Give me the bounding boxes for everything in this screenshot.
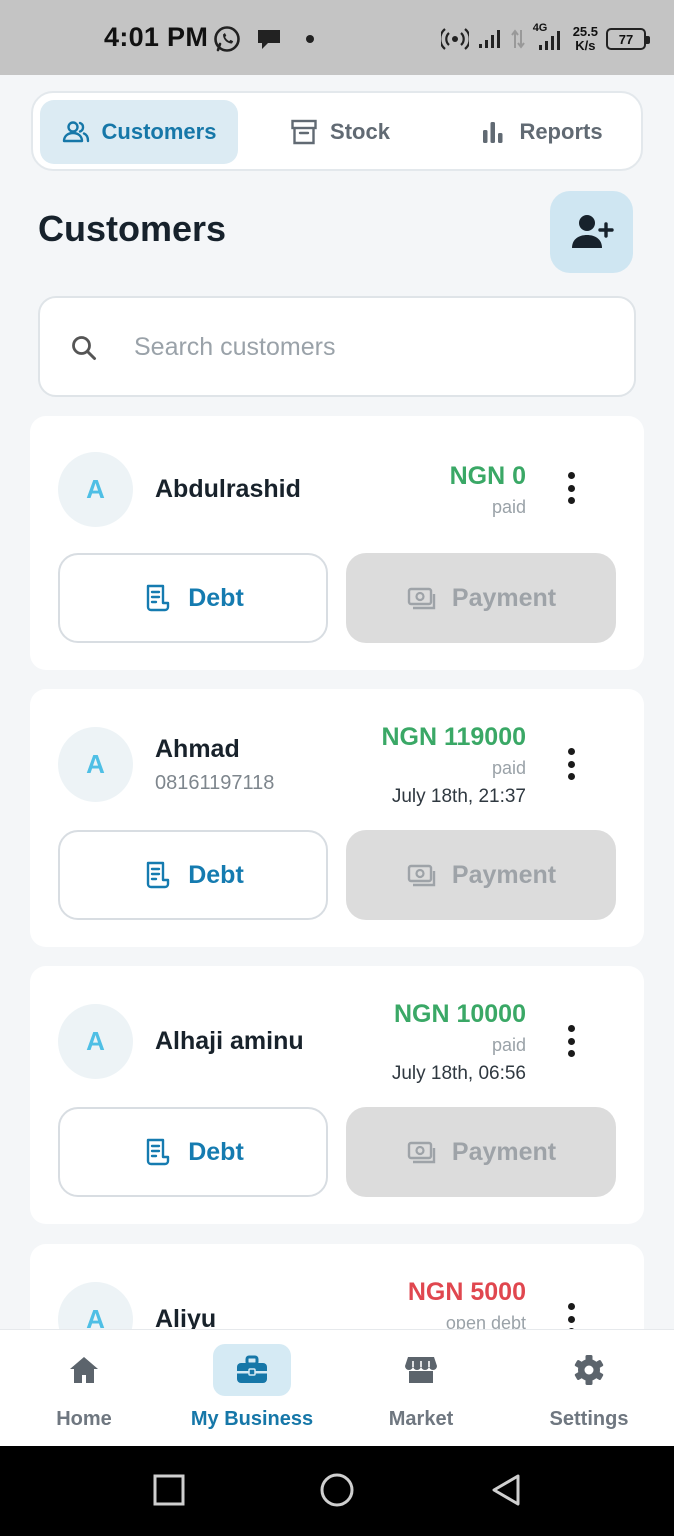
home-circle-icon[interactable] — [319, 1472, 355, 1508]
tab-reports[interactable]: Reports — [443, 100, 639, 164]
receipt-icon — [147, 861, 170, 889]
tab-customers-label: Customers — [101, 119, 217, 144]
avatar: A — [58, 727, 133, 802]
cash-icon — [407, 587, 436, 610]
customer-amount: NGN 10000 — [393, 1000, 526, 1028]
bar-chart-icon — [483, 122, 503, 143]
user-plus-icon — [571, 215, 614, 248]
tab-customers[interactable]: Customers — [40, 100, 238, 164]
tab-stock-label: Stock — [330, 119, 390, 144]
receipt-icon — [147, 584, 170, 612]
more-options-icon[interactable] — [558, 1021, 584, 1061]
tab-stock[interactable]: Stock — [255, 100, 425, 164]
debt-button[interactable]: Debt — [58, 553, 328, 643]
system-navigation-bar — [0, 1446, 674, 1536]
more-options-icon[interactable] — [558, 744, 584, 784]
debt-button-label: Debt — [188, 1137, 244, 1166]
back-triangle-icon[interactable] — [488, 1472, 524, 1508]
briefcase-icon — [213, 1344, 291, 1396]
avatar: A — [58, 452, 133, 527]
customer-amount: NGN 0 — [449, 462, 526, 490]
home-icon — [45, 1344, 123, 1396]
nav-my-business[interactable]: My Business — [168, 1344, 336, 1436]
cash-icon — [407, 864, 436, 887]
customer-card[interactable]: A Alhaji aminu NGN 10000 paid July 18th,… — [30, 966, 644, 1224]
payment-button-label: Payment — [451, 583, 557, 612]
recents-square-icon[interactable] — [151, 1472, 187, 1508]
avatar: A — [58, 1004, 133, 1079]
payment-button-label: Payment — [451, 1137, 557, 1166]
more-options-icon[interactable] — [558, 468, 584, 508]
debt-button[interactable]: Debt — [58, 830, 328, 920]
customer-status: open debt — [445, 1313, 526, 1329]
customer-name: Ahmad — [155, 735, 240, 763]
debt-button[interactable]: Debt — [58, 1107, 328, 1197]
nav-home[interactable]: Home — [0, 1344, 168, 1436]
customer-card[interactable]: A Aliyu NGN 5000 open debt — [30, 1244, 644, 1329]
more-options-icon[interactable] — [558, 1299, 584, 1329]
debt-button-label: Debt — [188, 860, 244, 889]
content-area: Customers Stock Reports Customers Search… — [0, 0, 674, 1329]
search-input[interactable] — [134, 318, 614, 376]
customer-amount: NGN 5000 — [407, 1278, 526, 1306]
payment-button[interactable]: Payment — [346, 1107, 616, 1197]
avatar: A — [58, 1282, 133, 1329]
payment-button[interactable]: Payment — [346, 830, 616, 920]
customer-amount: NGN 119000 — [381, 723, 526, 751]
customer-name: Aliyu — [155, 1305, 217, 1329]
customer-status: paid — [491, 497, 526, 517]
customer-card[interactable]: A Abdulrashid NGN 0 paid Debt Payment — [30, 416, 644, 670]
customer-name: Alhaji aminu — [155, 1027, 304, 1055]
payment-button-label: Payment — [451, 860, 557, 889]
customer-date: July 18th, 06:56 — [391, 1063, 526, 1084]
search-icon — [72, 336, 96, 360]
payment-button[interactable]: Payment — [346, 553, 616, 643]
cash-icon — [407, 1141, 436, 1164]
store-icon — [382, 1344, 460, 1396]
archive-box-icon — [291, 119, 317, 145]
users-icon — [62, 121, 89, 143]
nav-home-label: Home — [56, 1408, 112, 1430]
search-box — [38, 296, 636, 397]
customer-date: July 18th, 21:37 — [391, 786, 526, 807]
nav-my-business-label: My Business — [190, 1408, 314, 1430]
nav-settings[interactable]: Settings — [505, 1344, 673, 1436]
nav-settings-label: Settings — [549, 1408, 629, 1430]
bottom-navigation: Home My Business Market Settings — [0, 1329, 674, 1446]
gear-icon — [550, 1344, 628, 1396]
customer-status: paid — [491, 1035, 526, 1055]
nav-market[interactable]: Market — [337, 1344, 505, 1436]
customer-status: paid — [491, 758, 526, 778]
add-customer-button[interactable] — [550, 191, 633, 273]
receipt-icon — [147, 1138, 170, 1166]
customer-phone: 08161197118 — [155, 772, 275, 794]
customer-name: Abdulrashid — [155, 475, 301, 503]
customer-card[interactable]: A Ahmad 08161197118 NGN 119000 paid July… — [30, 689, 644, 947]
page-title: Customers — [38, 208, 227, 249]
segment-tabs: Customers Stock Reports — [31, 91, 643, 171]
debt-button-label: Debt — [188, 583, 244, 612]
tab-reports-label: Reports — [519, 119, 603, 144]
nav-market-label: Market — [388, 1408, 454, 1430]
